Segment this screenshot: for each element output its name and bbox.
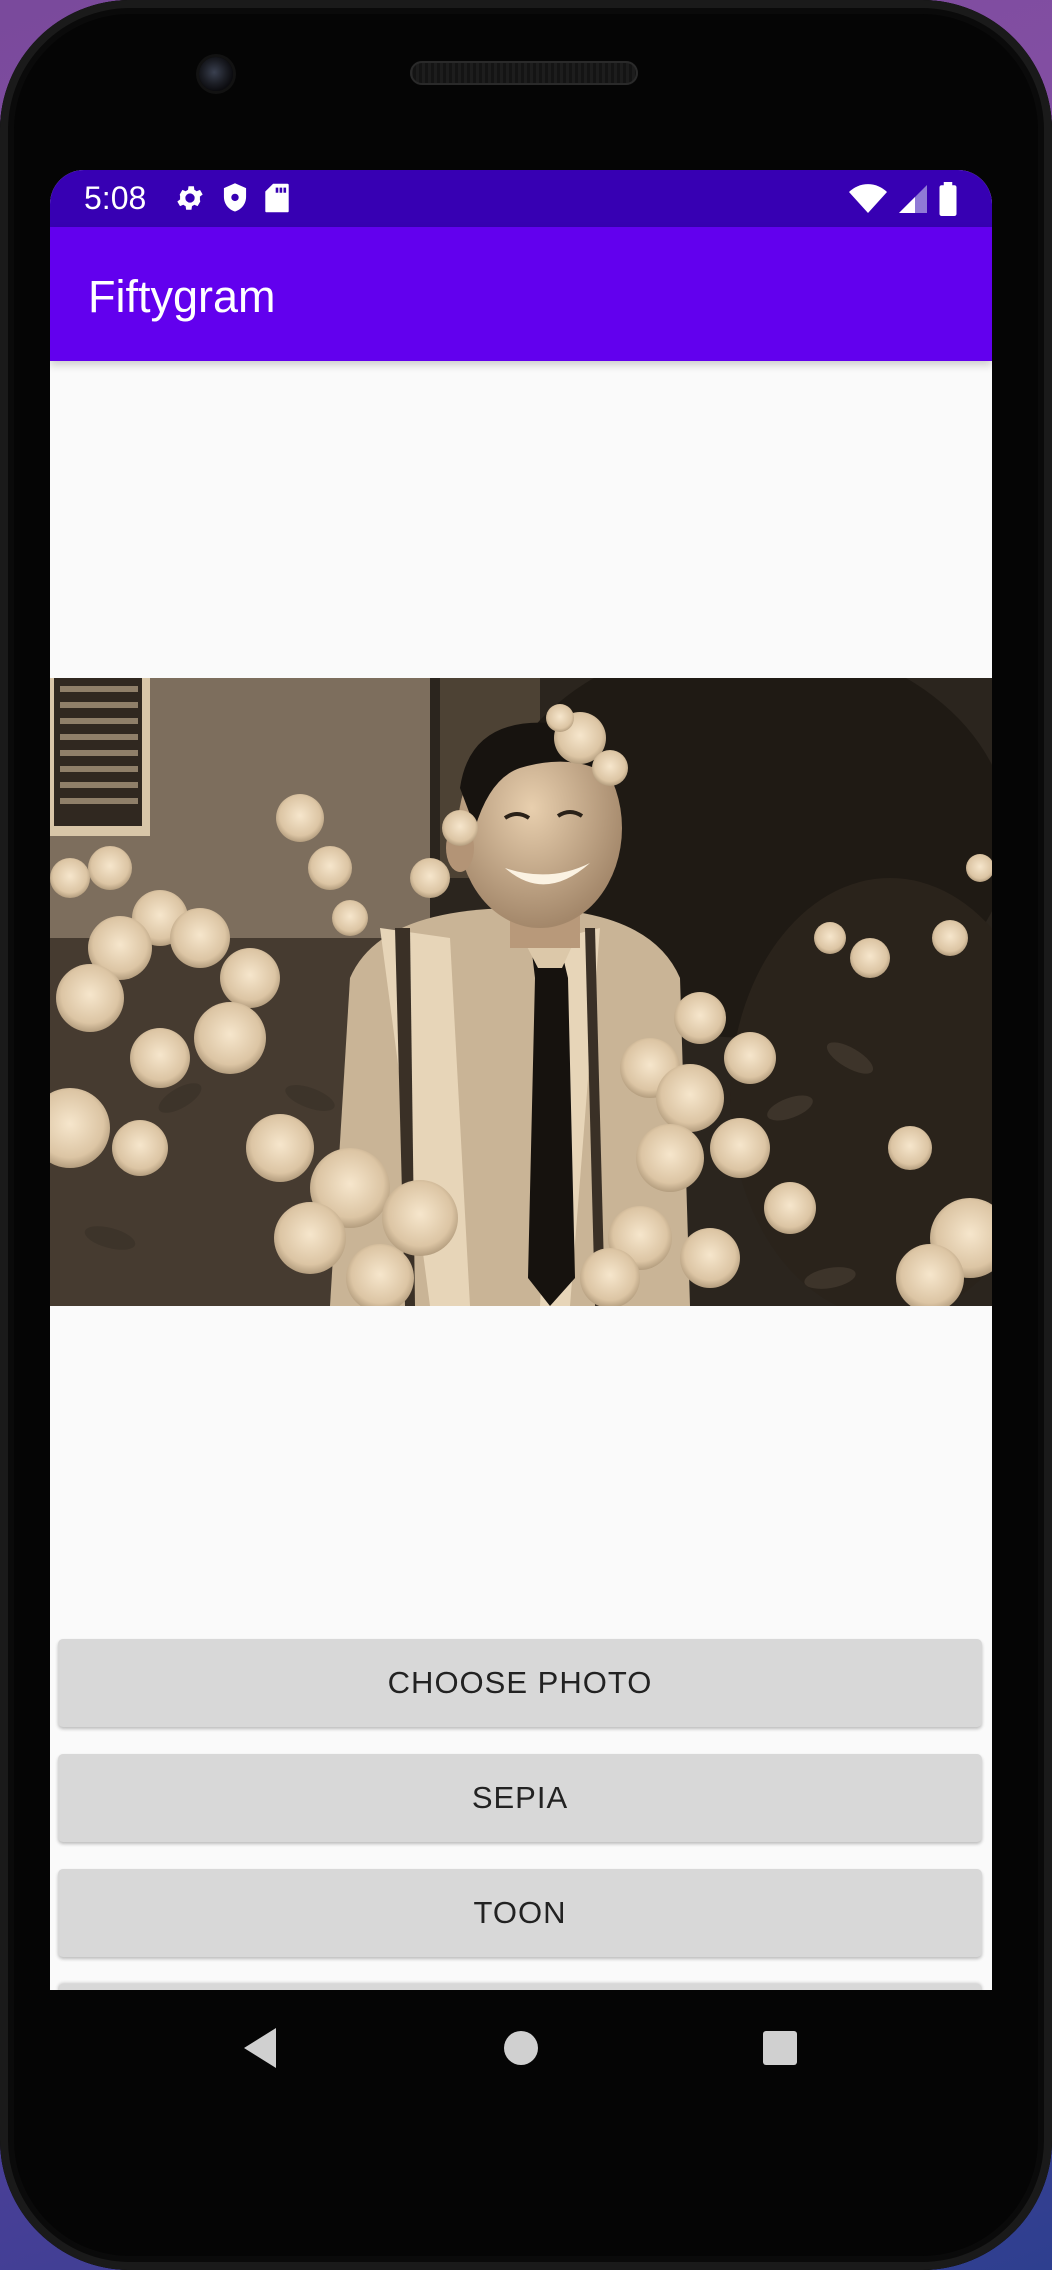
toon-button[interactable]: TOON <box>58 1869 982 1957</box>
choose-photo-button[interactable]: CHOOSE PHOTO <box>58 1639 982 1727</box>
cell-signal-icon <box>898 183 928 215</box>
back-button[interactable] <box>230 2020 290 2080</box>
front-camera <box>199 57 233 91</box>
settings-icon <box>174 182 206 214</box>
app-screen: 5:08 Fiftygram CHOOSE PHOTO SEPIA TOON <box>50 170 992 1990</box>
sd-card-icon <box>264 182 290 214</box>
phone-frame: 5:08 Fiftygram CHOOSE PHOTO SEPIA TOON <box>0 0 1052 2270</box>
back-icon <box>240 2026 280 2075</box>
status-left-icons <box>174 182 290 214</box>
status-right-icons <box>848 182 958 216</box>
home-button[interactable] <box>491 2020 551 2080</box>
earpiece-speaker <box>410 61 638 85</box>
status-bar: 5:08 <box>50 170 992 227</box>
status-time: 5:08 <box>84 180 147 216</box>
sepia-photo <box>50 678 992 1306</box>
recents-button[interactable] <box>750 2020 810 2080</box>
wifi-icon <box>848 183 888 215</box>
navigation-bar <box>50 1990 992 2110</box>
sepia-button[interactable]: SEPIA <box>58 1754 982 1842</box>
app-bar: Fiftygram <box>50 227 992 361</box>
battery-icon <box>938 182 958 216</box>
app-title: Fiftygram <box>88 271 276 322</box>
shield-icon <box>220 182 250 214</box>
home-icon <box>502 2029 540 2072</box>
recents-icon <box>761 2029 799 2072</box>
